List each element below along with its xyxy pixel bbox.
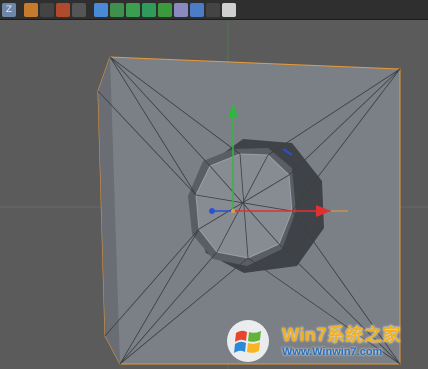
cube-icon[interactable] <box>94 2 108 17</box>
gizmo-center[interactable] <box>231 209 235 213</box>
environment-icon[interactable] <box>174 2 188 17</box>
array-icon[interactable] <box>142 2 156 17</box>
render-view-icon[interactable] <box>40 2 54 17</box>
camera-icon[interactable] <box>206 2 220 17</box>
viewport-canvas[interactable] <box>0 21 428 369</box>
edit-render-settings-icon[interactable] <box>72 2 86 17</box>
z-axis-point[interactable] <box>209 208 215 214</box>
z-button[interactable]: Z <box>2 2 16 17</box>
subdivision-icon[interactable] <box>126 2 140 17</box>
render-picture-viewer-icon[interactable] <box>56 2 70 17</box>
cinema4d-window: Z Win7系统之家 Www.Winwin7.com <box>0 0 428 369</box>
toolbar-separator <box>88 3 92 17</box>
render-region-icon[interactable] <box>24 2 38 17</box>
pen-icon[interactable] <box>110 2 124 17</box>
3d-viewport[interactable]: Win7系统之家 Www.Winwin7.com <box>0 21 428 369</box>
watermark-url: Www.Winwin7.com <box>282 346 383 358</box>
main-toolbar: Z <box>0 0 428 20</box>
floor-icon[interactable] <box>190 2 204 17</box>
toolbar-separator <box>18 3 22 17</box>
windows-logo <box>227 320 269 362</box>
watermark-brand: Win7系统之家 <box>282 325 401 345</box>
deformer-icon[interactable] <box>158 2 172 17</box>
light-icon[interactable] <box>222 2 236 17</box>
